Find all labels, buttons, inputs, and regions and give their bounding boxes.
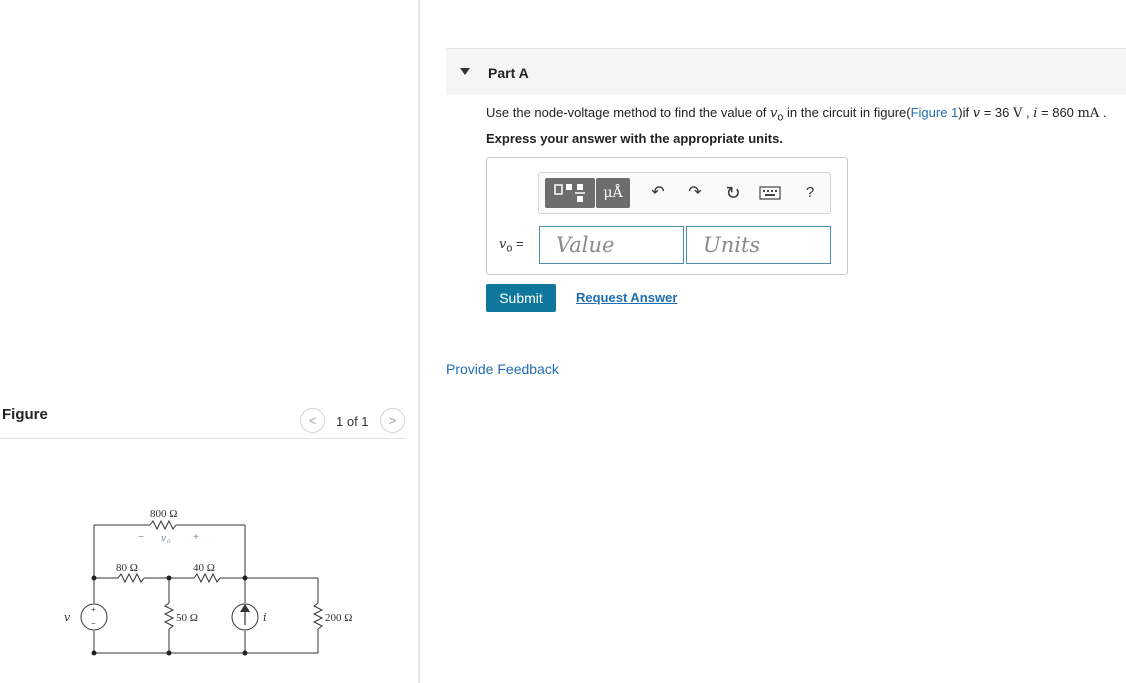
question-prefix: Use the node-voltage method to find the …	[486, 105, 771, 120]
undo-icon[interactable]: ↶	[647, 182, 669, 204]
question-i-value: = 860	[1037, 105, 1078, 120]
r80-label: 80 Ω	[116, 562, 138, 574]
templates-icon	[554, 184, 585, 202]
circuit-diagram: + − 800 Ω 80 Ω 40 Ω 50 Ω 200 Ω v i v o −…	[64, 508, 352, 656]
figure-title: Figure	[2, 406, 48, 423]
request-answer-link[interactable]: Request Answer	[576, 290, 677, 305]
source-v-label: v	[64, 611, 71, 624]
vo-plus: +	[193, 532, 199, 543]
redo-icon[interactable]: ↷	[684, 182, 706, 204]
units-input[interactable]	[686, 226, 831, 264]
vo-label: v	[161, 534, 166, 544]
source-plus: +	[91, 605, 96, 614]
answer-equals: =	[512, 236, 524, 251]
question-suffix: )if	[958, 105, 973, 120]
question-v-unit: V	[1013, 106, 1023, 121]
question-text: Use the node-voltage method to find the …	[486, 105, 1106, 124]
source-i-label: i	[263, 611, 267, 624]
answer-variable-label: vo =	[499, 236, 524, 255]
math-toolbar: μÅ ↶ ↷ ↻ ?	[538, 172, 831, 214]
question-middle: in the circuit in figure(	[783, 105, 911, 120]
keyboard-icon[interactable]	[759, 182, 781, 204]
chevron-right-icon[interactable]: >	[380, 408, 405, 433]
provide-feedback-link[interactable]: Provide Feedback	[446, 361, 559, 377]
r800-label: 800 Ω	[150, 508, 177, 520]
help-icon[interactable]: ?	[799, 182, 821, 204]
units-button[interactable]: μÅ	[596, 178, 630, 208]
r200-label: 200 Ω	[325, 612, 352, 624]
chevron-left-icon[interactable]: <	[300, 408, 325, 433]
question-end: .	[1099, 105, 1107, 120]
question-i-unit: mA	[1077, 106, 1100, 121]
submit-button[interactable]: Submit	[486, 284, 556, 312]
vo-minus: −	[138, 532, 144, 543]
r40-label: 40 Ω	[193, 562, 215, 574]
pager-text: 1 of 1	[336, 414, 369, 429]
caret-down-icon[interactable]	[460, 68, 470, 75]
templates-button[interactable]	[545, 178, 595, 208]
answer-box: μÅ ↶ ↷ ↻ ? vo =	[486, 157, 848, 275]
question-separator: ,	[1022, 105, 1034, 120]
part-a-title: Part A	[488, 65, 529, 81]
value-input[interactable]	[539, 226, 684, 264]
question-v-symbol: v	[972, 106, 981, 121]
vo-sub-label: o	[167, 538, 171, 545]
figure-link[interactable]: Figure 1	[911, 105, 959, 120]
source-minus: −	[91, 619, 96, 628]
part-a-header[interactable]: Part A	[446, 48, 1126, 95]
reset-icon[interactable]: ↻	[722, 182, 744, 204]
instruction-text: Express your answer with the appropriate…	[486, 131, 783, 146]
figure-divider	[0, 438, 406, 439]
r50-label: 50 Ω	[176, 612, 198, 624]
panel-divider	[418, 0, 420, 683]
question-v-value: = 36	[980, 105, 1013, 120]
